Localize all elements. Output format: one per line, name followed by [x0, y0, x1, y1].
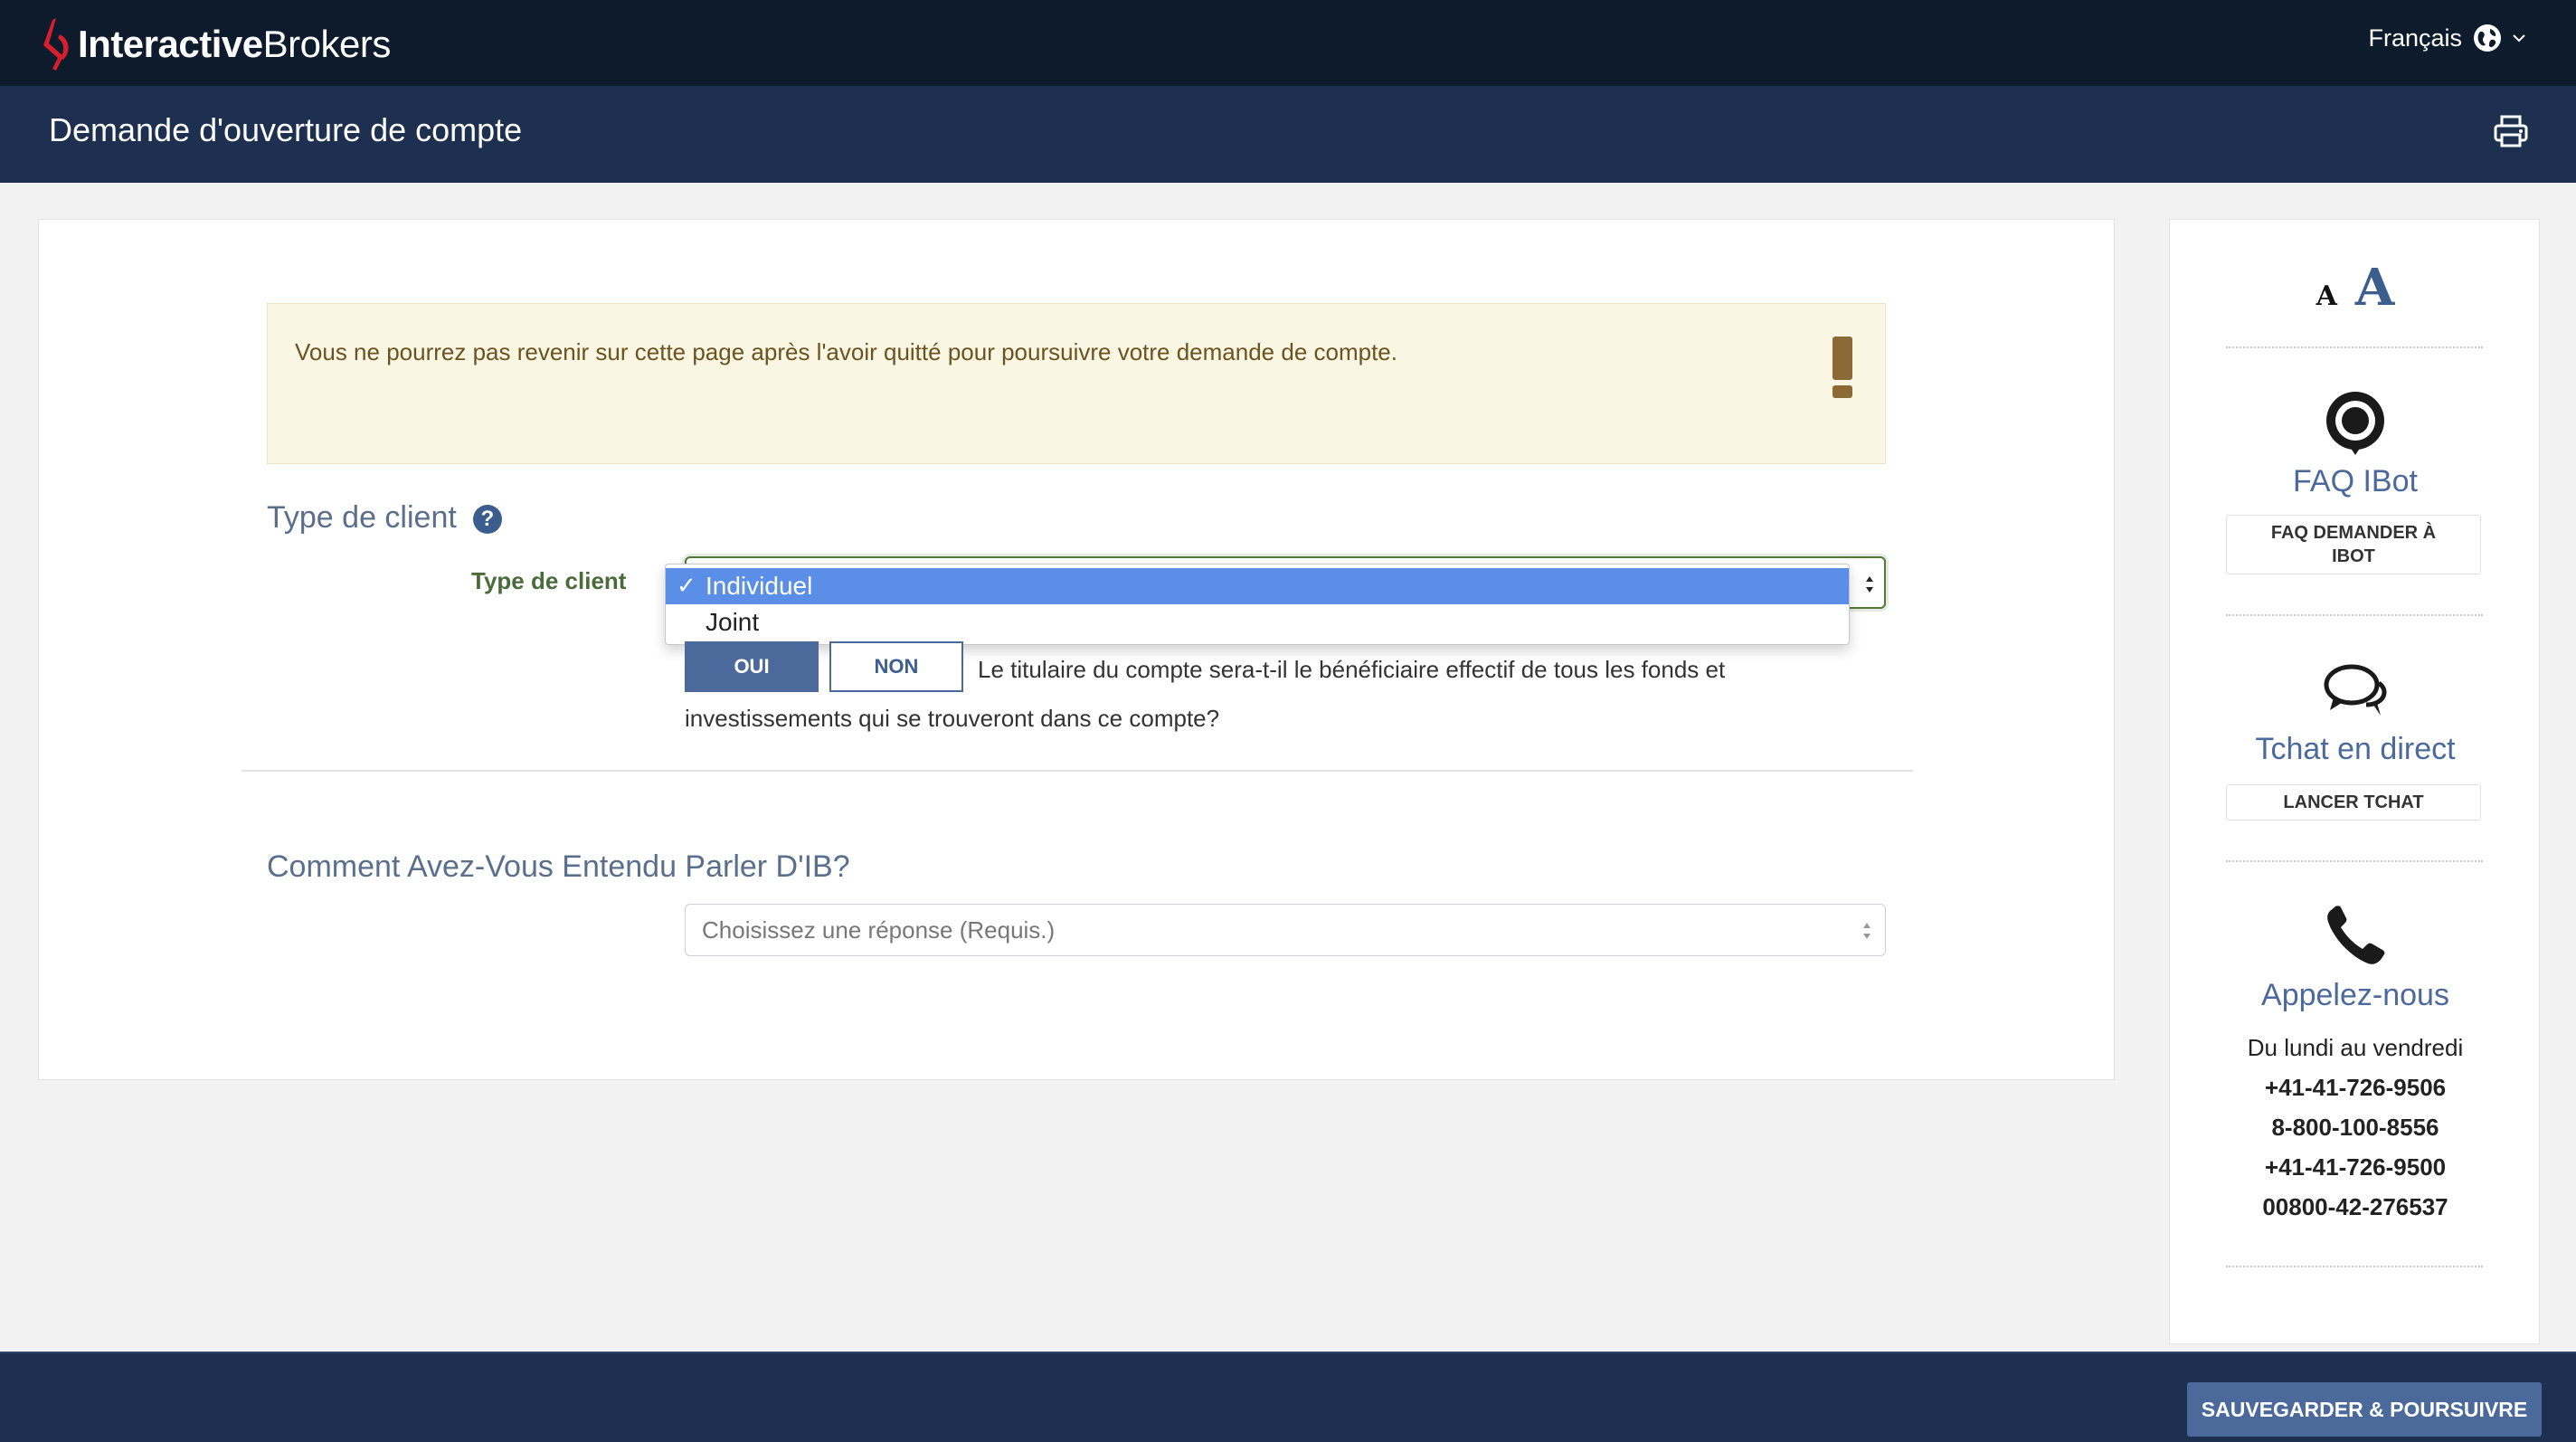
- title-bar: Demande d'ouverture de compte: [0, 86, 2576, 183]
- language-label: Français: [2368, 24, 2462, 52]
- globe-icon: [2474, 24, 2501, 52]
- chat-title: Tchat en direct: [2255, 732, 2456, 766]
- font-decrease-button[interactable]: A: [2316, 280, 2337, 312]
- referral-select[interactable]: Choisissez une réponse (Requis.): [685, 904, 1886, 956]
- client-type-section-title: Type de client?: [267, 500, 502, 536]
- chevron-down-icon: [2513, 34, 2525, 43]
- language-selector[interactable]: Français: [2368, 24, 2527, 52]
- sidebar-divider: [2226, 614, 2483, 616]
- call-title: Appelez-nous: [2261, 978, 2449, 1012]
- phone-number[interactable]: +41-41-726-9506: [2170, 1074, 2541, 1102]
- ibot-icon: [2326, 392, 2384, 455]
- warning-alert: Vous ne pourrez pas revenir sur cette pa…: [267, 303, 1886, 464]
- option-label: Individuel: [706, 572, 813, 600]
- help-icon[interactable]: ?: [472, 505, 502, 534]
- call-hours: Du lundi au vendredi: [2247, 1034, 2464, 1061]
- help-sidebar: AA FAQ IBot FAQ DEMANDER À IBOT Tchat en…: [2169, 219, 2540, 1344]
- chat-bubbles-icon: [2324, 664, 2387, 716]
- beneficiary-question: Le titulaire du compte sera-t-il le béné…: [685, 656, 1726, 732]
- phone-number[interactable]: 00800-42-276537: [2170, 1193, 2541, 1221]
- printer-icon[interactable]: [2493, 113, 2529, 149]
- option-individuel[interactable]: ✓ Individuel: [666, 568, 1849, 604]
- referral-placeholder: Choisissez une réponse (Requis.): [702, 915, 1056, 944]
- launch-chat-button[interactable]: LANCER TCHAT: [2226, 784, 2481, 821]
- exclamation-icon: [1833, 337, 1854, 400]
- phone-icon: [2327, 906, 2385, 964]
- faq-button-label: FAQ DEMANDER À IBOT: [2270, 523, 2437, 566]
- footer-bar: SAUVEGARDER & POURSUIVRE: [0, 1352, 2576, 1442]
- application-form-card: Vous ne pourrez pas revenir sur cette pa…: [38, 219, 2115, 1080]
- referral-section-title: Comment Avez-Vous Entendu Parler D'IB?: [267, 849, 850, 884]
- option-joint[interactable]: Joint: [666, 604, 1849, 640]
- brand-logo[interactable]: InteractiveBrokers: [40, 16, 391, 72]
- brand-name-regular: Brokers: [262, 23, 392, 65]
- page-title: Demande d'ouverture de compte: [49, 111, 523, 148]
- section-divider: [242, 770, 1913, 772]
- ib-logo-icon: [43, 18, 69, 71]
- top-bar: InteractiveBrokers Français: [0, 0, 2576, 86]
- option-label: Joint: [706, 608, 760, 636]
- client-type-heading: Type de client: [267, 500, 457, 535]
- sidebar-divider: [2226, 860, 2483, 862]
- client-type-label: Type de client: [471, 567, 627, 594]
- faq-ask-ibot-button[interactable]: FAQ DEMANDER À IBOT: [2226, 515, 2481, 574]
- font-increase-button[interactable]: A: [2355, 258, 2394, 318]
- phone-number[interactable]: 8-800-100-8556: [2170, 1114, 2541, 1142]
- sidebar-divider: [2226, 346, 2483, 348]
- alert-text: Vous ne pourrez pas revenir sur cette pa…: [295, 338, 1397, 365]
- faq-title: FAQ IBot: [2293, 464, 2418, 498]
- select-arrows-icon: [1866, 576, 1873, 593]
- phone-number[interactable]: +41-41-726-9500: [2170, 1153, 2541, 1181]
- font-size-controls: AA: [2170, 258, 2541, 318]
- checkmark-icon: ✓: [677, 572, 696, 599]
- client-type-dropdown: ✓ Individuel Joint: [665, 564, 1850, 645]
- select-arrows-icon: [1863, 923, 1870, 939]
- sidebar-divider: [2226, 1266, 2483, 1267]
- save-continue-button[interactable]: SAUVEGARDER & POURSUIVRE: [2187, 1382, 2542, 1437]
- brand-name-bold: Interactive: [78, 23, 263, 65]
